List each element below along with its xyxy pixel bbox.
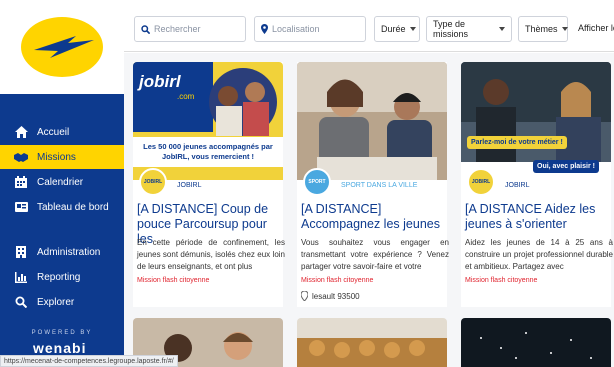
mission-description: Aidez les jeunes de 14 à 25 ans à constr… — [465, 238, 613, 271]
duration-dropdown[interactable]: Durée — [374, 16, 420, 42]
handshake-icon — [14, 151, 28, 163]
org-avatar: JOBIRL — [467, 168, 495, 196]
search-icon — [141, 24, 150, 34]
mission-description: En cette période de confinement, les jeu… — [137, 238, 285, 271]
org-avatar-text: JOBIRL — [143, 179, 163, 185]
sidebar-nav: Accueil Missions Calendrier Tableau de b… — [0, 120, 124, 315]
sidebar-item-explorer[interactable]: Explorer — [0, 290, 124, 314]
org-name: JOBIRL — [505, 182, 530, 189]
sidebar-item-label: Calendrier — [37, 176, 84, 188]
mission-image: Parlez-moi de votre métier ! Oui, avec p… — [461, 62, 611, 180]
chevron-down-icon — [409, 27, 416, 31]
search-input[interactable]: Rechercher — [134, 16, 246, 42]
calendar-icon — [14, 176, 28, 188]
mission-tag: Mission flash citoyenne — [137, 277, 210, 284]
sidebar-item-calendrier[interactable]: Calendrier — [0, 170, 124, 194]
dashboard-icon — [14, 201, 28, 213]
map-pin-icon — [301, 291, 308, 301]
location-placeholder: Localisation — [272, 24, 320, 34]
org-name: JOBIRL — [177, 182, 202, 189]
mission-card[interactable] — [297, 318, 447, 367]
org-avatar-text: JOBIRL — [471, 179, 491, 185]
search-placeholder: Rechercher — [154, 24, 201, 34]
dropdown-label: Thèmes — [525, 24, 558, 34]
mission-image — [297, 62, 447, 180]
mission-tag: Mission flash citoyenne — [301, 277, 374, 284]
mission-tag: Mission flash citoyenne — [465, 277, 538, 284]
filter-bar: Rechercher Localisation Durée Type de mi… — [124, 0, 614, 52]
org-avatar-text: SPORT — [308, 179, 326, 185]
mission-card[interactable]: Parlez-moi de votre métier ! Oui, avec p… — [461, 62, 613, 307]
speech-bubble: Oui, avec plaisir ! — [533, 160, 599, 173]
chevron-down-icon — [499, 27, 505, 31]
powered-by-label: POWERED BY — [31, 330, 93, 336]
mission-location: lesault 93500 — [301, 291, 360, 301]
mission-card[interactable] — [461, 318, 611, 367]
map-pin-icon — [261, 24, 268, 34]
org-name: SPORT DANS LA VILLE — [341, 182, 418, 189]
sidebar-item-label: Tableau de bord — [37, 201, 109, 213]
sidebar-item-administration[interactable]: Administration — [0, 240, 124, 264]
sidebar-item-accueil[interactable]: Accueil — [0, 120, 124, 144]
dropdown-label: Type de missions — [433, 19, 469, 39]
sidebar-item-label: Reporting — [37, 271, 81, 283]
mission-image: jobirl .com Les 50 000 jeunes accompagné… — [133, 62, 283, 180]
wenabi-logo: wenabi — [33, 340, 87, 356]
dropdown-label: Durée — [381, 24, 406, 34]
sidebar: Accueil Missions Calendrier Tableau de b… — [0, 0, 124, 367]
org-avatar: SPORT — [303, 168, 331, 196]
mission-card[interactable]: jobirl .com Les 50 000 jeunes accompagné… — [133, 62, 285, 307]
location-input[interactable]: Localisation — [254, 16, 366, 42]
home-icon — [14, 126, 28, 138]
sidebar-item-missions[interactable]: Missions — [0, 145, 124, 169]
jobirl-domain: .com — [177, 92, 195, 101]
speech-bubble: Parlez-moi de votre métier ! — [467, 136, 567, 149]
mission-card[interactable]: SPORT SPORT DANS LA VILLE [A DISTANCE] A… — [297, 62, 449, 307]
building-icon — [14, 246, 28, 258]
la-poste-logo[interactable] — [0, 0, 124, 94]
sidebar-item-label: Accueil — [37, 126, 70, 138]
sidebar-item-label: Explorer — [37, 296, 75, 308]
display-toggle[interactable]: Afficher le — [578, 23, 614, 33]
banner-caption: Les 50 000 jeunes accompagnés par JobIRL… — [143, 142, 273, 161]
org-avatar: JOBIRL — [139, 168, 167, 196]
bar-chart-icon — [14, 271, 28, 283]
search-icon — [14, 296, 28, 308]
chevron-down-icon — [561, 27, 568, 31]
mission-type-dropdown[interactable]: Type de missions — [426, 16, 512, 42]
mission-description: Vous souhaitez vous engager en transmett… — [301, 238, 449, 271]
mission-title[interactable]: [A DISTANCE Aidez les jeunes à s'oriente… — [465, 202, 613, 232]
themes-dropdown[interactable]: Thèmes — [518, 16, 568, 42]
status-url: https://mecenat-de-competences.legroupe.… — [0, 355, 178, 367]
sidebar-item-tableau-de-bord[interactable]: Tableau de bord — [0, 195, 124, 219]
sidebar-item-label: Missions — [37, 151, 76, 163]
sidebar-item-label: Administration — [37, 246, 101, 258]
mission-title[interactable]: [A DISTANCE] Accompagnez les jeunes — [301, 202, 449, 232]
sidebar-item-reporting[interactable]: Reporting — [0, 265, 124, 289]
location-text: lesault 93500 — [312, 291, 360, 301]
jobirl-brand: jobirl — [139, 72, 181, 91]
